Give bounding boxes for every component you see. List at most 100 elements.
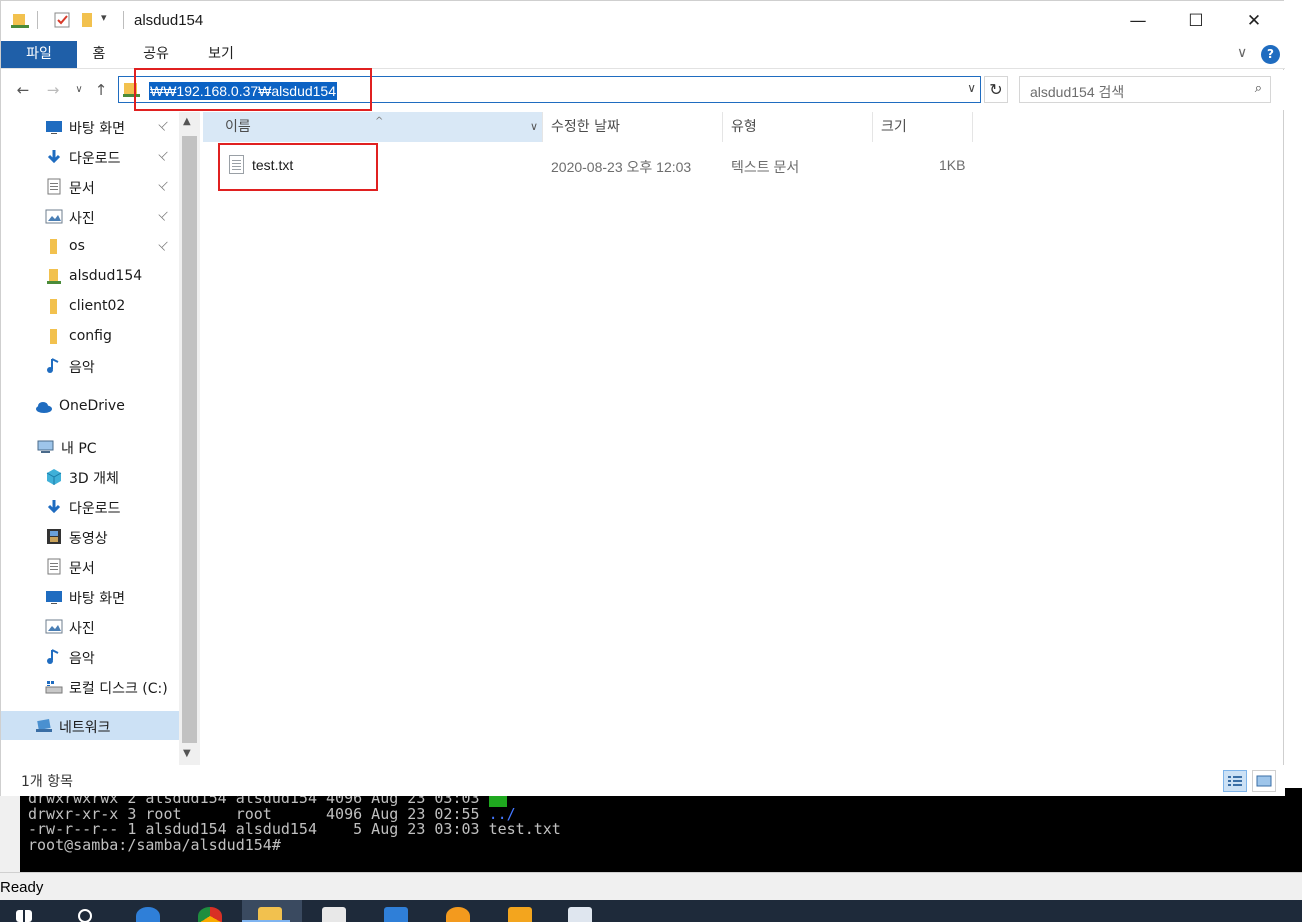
sidebar-item[interactable]: 네트워크 bbox=[1, 711, 179, 740]
details-view-icon bbox=[1228, 776, 1242, 786]
sidebar-item-label: 문서 bbox=[69, 181, 95, 197]
sidebar-item[interactable]: client02 bbox=[1, 292, 179, 321]
minimize-button[interactable]: — bbox=[1109, 1, 1167, 41]
sidebar-item-label: 동영상 bbox=[69, 531, 108, 547]
taskbar-store[interactable] bbox=[310, 900, 358, 922]
sidebar-item-label: 로컬 디스크 (C:) bbox=[69, 681, 168, 697]
help-icon[interactable]: ? bbox=[1261, 45, 1280, 64]
this-pc-icon bbox=[37, 440, 54, 453]
taskbar-edge[interactable] bbox=[124, 900, 172, 922]
pin-icon: ⊥ bbox=[155, 206, 173, 224]
back-button[interactable]: ← bbox=[13, 80, 33, 100]
sidebar-item[interactable]: 사진 ⊥ bbox=[1, 202, 179, 231]
sidebar-item[interactable]: os ⊥ bbox=[1, 232, 179, 261]
window-title: alsdud154 bbox=[134, 12, 204, 29]
sidebar-item[interactable]: 3D 개체 bbox=[1, 462, 179, 491]
sidebar-item[interactable]: 음악 bbox=[1, 351, 179, 380]
download-icon bbox=[47, 500, 61, 514]
column-size[interactable]: 크기 bbox=[873, 112, 973, 142]
search-input[interactable]: alsdud154 검색 ⌕ bbox=[1019, 76, 1271, 103]
column-name[interactable]: ^ 이름 ∨ bbox=[203, 112, 543, 142]
sidebar-item[interactable]: 문서 ⊥ bbox=[1, 172, 179, 201]
sidebar-item[interactable]: 사진 bbox=[1, 612, 179, 641]
column-header-row: ^ 이름 ∨ 수정한 날짜 유형 크기 bbox=[203, 112, 983, 142]
tab-home[interactable]: 홈 bbox=[81, 41, 117, 68]
sidebar-item-label: 음악 bbox=[69, 360, 95, 376]
window-app-icon bbox=[568, 907, 592, 922]
sort-ascending-icon: ^ bbox=[375, 116, 384, 127]
maximize-button[interactable]: ☐ bbox=[1167, 1, 1225, 41]
scrollbar-thumb[interactable] bbox=[182, 136, 197, 743]
pictures-icon bbox=[45, 209, 63, 224]
app-status-bar: Ready bbox=[0, 872, 1302, 900]
sidebar-item[interactable]: 동영상 bbox=[1, 522, 179, 551]
search-icon bbox=[78, 909, 92, 922]
sidebar-item[interactable]: 음악 bbox=[1, 642, 179, 671]
title-separator bbox=[123, 11, 124, 29]
taskbar bbox=[0, 900, 1302, 922]
pin-icon: ⊥ bbox=[155, 116, 173, 134]
pictures-icon bbox=[45, 619, 63, 634]
drive-icon bbox=[45, 681, 63, 694]
taskbar-chrome[interactable] bbox=[186, 900, 234, 922]
pin-icon: ⊥ bbox=[155, 146, 173, 164]
title-bar[interactable]: ▾ alsdud154 — ☐ ✕ bbox=[1, 1, 1285, 41]
properties-icon[interactable] bbox=[53, 11, 71, 29]
tab-file[interactable]: 파일 bbox=[1, 41, 77, 68]
file-size: 1KB bbox=[939, 157, 966, 173]
taskbar-mail[interactable] bbox=[372, 900, 420, 922]
refresh-button[interactable]: ↻ bbox=[984, 76, 1008, 103]
sidebar-item-label: 3D 개체 bbox=[69, 471, 119, 487]
details-view-button[interactable] bbox=[1223, 770, 1247, 792]
sidebar-item[interactable]: alsdud154 bbox=[1, 262, 179, 291]
forward-button[interactable]: → bbox=[43, 80, 63, 100]
close-button[interactable]: ✕ bbox=[1225, 1, 1283, 41]
large-icons-view-button[interactable] bbox=[1252, 770, 1276, 792]
sidebar-item[interactable]: 바탕 화면 bbox=[1, 582, 179, 611]
scroll-down-icon[interactable]: ▼ bbox=[183, 748, 191, 759]
large-icons-view-icon bbox=[1256, 775, 1272, 787]
sidebar-item[interactable]: config bbox=[1, 322, 179, 351]
taskbar-file-explorer[interactable] bbox=[242, 900, 302, 922]
sidebar-item-label: 문서 bbox=[69, 561, 95, 577]
network-folder-icon bbox=[47, 269, 61, 284]
network-icon bbox=[36, 719, 52, 732]
navigation-scrollbar[interactable]: ▲ ▼ bbox=[179, 112, 200, 765]
music-icon bbox=[47, 358, 59, 373]
column-modified[interactable]: 수정한 날짜 bbox=[543, 112, 723, 142]
up-button[interactable]: ↑ bbox=[91, 80, 111, 100]
column-filter-chevron-icon[interactable]: ∨ bbox=[530, 112, 538, 142]
status-bar: 1개 항목 bbox=[1, 765, 1285, 796]
search-icon[interactable]: ⌕ bbox=[1255, 81, 1262, 96]
ribbon: 파일 홈 공유 보기 ∨ ? bbox=[1, 41, 1285, 69]
documents-icon bbox=[47, 558, 61, 575]
sidebar-item[interactable]: 로컬 디스크 (C:) bbox=[1, 672, 179, 701]
sidebar-item[interactable]: 내 PC bbox=[1, 432, 179, 461]
taskbar-window[interactable] bbox=[556, 900, 604, 922]
sidebar-item[interactable]: 다운로드 bbox=[1, 492, 179, 521]
terminal-entry-name: test.txt bbox=[488, 820, 561, 838]
customize-quick-access-icon[interactable]: ▾ bbox=[101, 11, 119, 29]
sidebar-item[interactable]: 바탕 화면 ⊥ bbox=[1, 112, 179, 141]
sidebar-item[interactable]: 다운로드 ⊥ bbox=[1, 142, 179, 171]
new-folder-icon[interactable] bbox=[79, 11, 97, 29]
sidebar-item-label: OneDrive bbox=[59, 398, 125, 414]
pin-icon: ⊥ bbox=[155, 176, 173, 194]
tab-share[interactable]: 공유 bbox=[133, 41, 179, 68]
column-type[interactable]: 유형 bbox=[723, 112, 873, 142]
sidebar-item[interactable]: OneDrive bbox=[1, 392, 179, 421]
tab-view[interactable]: 보기 bbox=[197, 41, 245, 68]
recent-locations-button[interactable]: ∨ bbox=[69, 80, 89, 100]
terminal-output[interactable]: drwxrwxrwx 2 alsdud154 alsdud154 4096 Au… bbox=[20, 788, 1302, 872]
ribbon-collapse-icon[interactable]: ∨ bbox=[1237, 45, 1247, 61]
taskbar-app[interactable] bbox=[434, 900, 482, 922]
scroll-up-icon[interactable]: ▲ bbox=[183, 116, 191, 127]
sidebar-item[interactable]: 문서 bbox=[1, 552, 179, 581]
folder-icon bbox=[50, 299, 57, 314]
address-dropdown-icon[interactable]: ∨ bbox=[967, 81, 976, 95]
start-button[interactable] bbox=[0, 900, 48, 922]
title-separator bbox=[37, 11, 38, 29]
chrome-icon bbox=[198, 907, 222, 922]
taskbar-vm[interactable] bbox=[496, 900, 544, 922]
taskbar-search-button[interactable] bbox=[62, 900, 110, 922]
